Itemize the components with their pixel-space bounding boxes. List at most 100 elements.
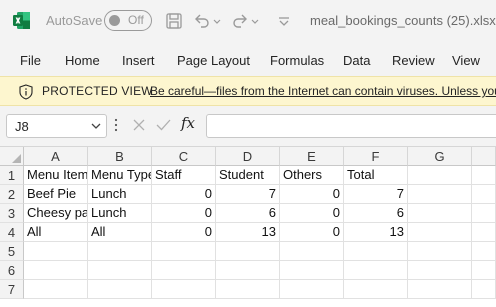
cell-g7[interactable] bbox=[408, 280, 472, 299]
cancel-icon[interactable] bbox=[131, 117, 147, 133]
cell-f3[interactable]: 6 bbox=[344, 204, 408, 223]
cell-c5[interactable] bbox=[152, 242, 216, 261]
cell-h5[interactable] bbox=[472, 242, 496, 261]
cell-a6[interactable] bbox=[24, 261, 88, 280]
select-all-button[interactable] bbox=[0, 147, 24, 166]
cell-a4[interactable]: All bbox=[24, 223, 88, 242]
cell-g5[interactable] bbox=[408, 242, 472, 261]
row-header-4[interactable]: 4 bbox=[0, 223, 24, 242]
column-header-b[interactable]: B bbox=[88, 147, 152, 166]
row-header-1[interactable]: 1 bbox=[0, 166, 24, 185]
document-title: meal_bookings_counts (25).xlsx • bbox=[310, 13, 496, 28]
autosave-label: AutoSave bbox=[46, 13, 103, 28]
cell-d5[interactable] bbox=[216, 242, 280, 261]
row-header-7[interactable]: 7 bbox=[0, 280, 24, 299]
cell-c1[interactable]: Staff bbox=[152, 166, 216, 185]
cell-g4[interactable] bbox=[408, 223, 472, 242]
cell-b3[interactable]: Lunch bbox=[88, 204, 152, 223]
column-header-d[interactable]: D bbox=[216, 147, 280, 166]
cell-e2[interactable]: 0 bbox=[280, 185, 344, 204]
cell-g2[interactable] bbox=[408, 185, 472, 204]
tab-home[interactable]: Home bbox=[65, 53, 100, 68]
undo-icon[interactable] bbox=[192, 11, 212, 31]
column-header-c[interactable]: C bbox=[152, 147, 216, 166]
tab-insert[interactable]: Insert bbox=[122, 53, 155, 68]
cell-a1[interactable]: Menu Item bbox=[24, 166, 88, 185]
cell-e6[interactable] bbox=[280, 261, 344, 280]
cell-c7[interactable] bbox=[152, 280, 216, 299]
cell-b5[interactable] bbox=[88, 242, 152, 261]
toggle-knob bbox=[109, 15, 120, 26]
formula-input[interactable] bbox=[206, 114, 496, 138]
row-header-3[interactable]: 3 bbox=[0, 204, 24, 223]
cell-d3[interactable]: 6 bbox=[216, 204, 280, 223]
more-options-icon[interactable] bbox=[114, 118, 118, 132]
cell-f5[interactable] bbox=[344, 242, 408, 261]
cell-g6[interactable] bbox=[408, 261, 472, 280]
autosave-toggle[interactable]: Off bbox=[104, 10, 152, 31]
cell-g1[interactable] bbox=[408, 166, 472, 185]
tab-view[interactable]: View bbox=[452, 53, 480, 68]
column-header-e[interactable]: E bbox=[280, 147, 344, 166]
cell-a7[interactable] bbox=[24, 280, 88, 299]
cell-d6[interactable] bbox=[216, 261, 280, 280]
cell-f4[interactable]: 13 bbox=[344, 223, 408, 242]
cell-d4[interactable]: 13 bbox=[216, 223, 280, 242]
cell-d2[interactable]: 7 bbox=[216, 185, 280, 204]
column-header-f[interactable]: F bbox=[344, 147, 408, 166]
column-header-g[interactable]: G bbox=[408, 147, 472, 166]
cell-c4[interactable]: 0 bbox=[152, 223, 216, 242]
cell-b1[interactable]: Menu Type bbox=[88, 166, 152, 185]
redo-dropdown-icon[interactable] bbox=[250, 11, 260, 31]
cell-c2[interactable]: 0 bbox=[152, 185, 216, 204]
tab-file[interactable]: File bbox=[20, 53, 41, 68]
cell-d1[interactable]: Student bbox=[216, 166, 280, 185]
cell-e7[interactable] bbox=[280, 280, 344, 299]
cell-e4[interactable]: 0 bbox=[280, 223, 344, 242]
cell-f1[interactable]: Total bbox=[344, 166, 408, 185]
customize-toolbar-icon[interactable] bbox=[274, 11, 294, 31]
column-header-h[interactable] bbox=[472, 147, 496, 166]
worksheet-grid[interactable]: A B C D E F G 1 2 3 4 5 6 7 Menu Item Me… bbox=[0, 146, 496, 307]
cell-f7[interactable] bbox=[344, 280, 408, 299]
tab-data[interactable]: Data bbox=[343, 53, 370, 68]
cell-f2[interactable]: 7 bbox=[344, 185, 408, 204]
cell-a3[interactable]: Cheesy pasta bbox=[24, 204, 88, 223]
column-header-a[interactable]: A bbox=[24, 147, 88, 166]
tab-review[interactable]: Review bbox=[392, 53, 435, 68]
cell-d7[interactable] bbox=[216, 280, 280, 299]
insert-function-button[interactable]: fx bbox=[181, 114, 195, 132]
cell-b6[interactable] bbox=[88, 261, 152, 280]
cell-h1[interactable] bbox=[472, 166, 496, 185]
cell-e5[interactable] bbox=[280, 242, 344, 261]
cell-h7[interactable] bbox=[472, 280, 496, 299]
cell-e1[interactable]: Others bbox=[280, 166, 344, 185]
cell-b2[interactable]: Lunch bbox=[88, 185, 152, 204]
row-header-2[interactable]: 2 bbox=[0, 185, 24, 204]
chevron-down-icon[interactable] bbox=[91, 122, 101, 130]
cell-b7[interactable] bbox=[88, 280, 152, 299]
save-icon[interactable] bbox=[164, 11, 184, 31]
tab-page-layout[interactable]: Page Layout bbox=[177, 53, 250, 68]
cell-f6[interactable] bbox=[344, 261, 408, 280]
cell-h3[interactable] bbox=[472, 204, 496, 223]
redo-icon[interactable] bbox=[230, 11, 250, 31]
name-box[interactable]: J8 bbox=[6, 114, 107, 138]
autosave-state: Off bbox=[128, 13, 144, 27]
cell-h4[interactable] bbox=[472, 223, 496, 242]
cell-c6[interactable] bbox=[152, 261, 216, 280]
cell-e3[interactable]: 0 bbox=[280, 204, 344, 223]
cell-g3[interactable] bbox=[408, 204, 472, 223]
enter-check-icon[interactable] bbox=[155, 117, 172, 133]
cell-a2[interactable]: Beef Pie bbox=[24, 185, 88, 204]
cell-b4[interactable]: All bbox=[88, 223, 152, 242]
protected-view-message[interactable]: Be careful—files from the Internet can c… bbox=[150, 84, 496, 98]
row-header-5[interactable]: 5 bbox=[0, 242, 24, 261]
tab-formulas[interactable]: Formulas bbox=[270, 53, 324, 68]
cell-h6[interactable] bbox=[472, 261, 496, 280]
undo-dropdown-icon[interactable] bbox=[212, 11, 222, 31]
cell-c3[interactable]: 0 bbox=[152, 204, 216, 223]
cell-a5[interactable] bbox=[24, 242, 88, 261]
cell-h2[interactable] bbox=[472, 185, 496, 204]
row-header-6[interactable]: 6 bbox=[0, 261, 24, 280]
